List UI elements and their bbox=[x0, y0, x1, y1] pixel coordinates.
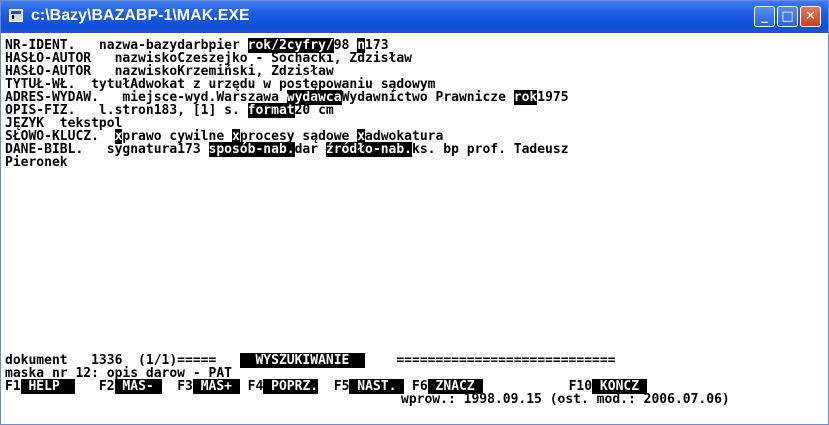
minimize-button[interactable]: _ bbox=[754, 6, 775, 27]
mode-indicator: WYSZUKIWANIE bbox=[239, 353, 366, 368]
status-line-dates: wprow.: 1998.09.15 (ost. mod.: 2006.07.0… bbox=[401, 392, 730, 407]
field-text: 183, [1] s. bbox=[153, 103, 248, 118]
field-tag: źródło-nab. bbox=[325, 142, 412, 157]
field-text: 173 bbox=[177, 142, 209, 157]
field-text: 20 cm bbox=[294, 103, 334, 118]
field-text: Pieronek bbox=[5, 155, 68, 170]
function-key-button[interactable]: HELP bbox=[20, 379, 76, 394]
console-icon[interactable] bbox=[9, 9, 23, 22]
field-tag: format bbox=[247, 103, 295, 118]
console-window: c:\Bazy\BAZABP-1\MAK.EXE _ □ ✕ NR-IDENT.… bbox=[0, 0, 829, 425]
field-tag: sposób-nab. bbox=[208, 142, 295, 157]
record-line: DANE-BIBL. sygnatura173 sposób-nab.dar ź… bbox=[5, 142, 569, 157]
function-key-number: F1 bbox=[5, 379, 21, 394]
function-key-number: F4 bbox=[239, 379, 264, 394]
function-key-button[interactable]: MAS+ bbox=[192, 379, 240, 394]
function-key-button[interactable]: NAST. bbox=[349, 379, 405, 394]
function-key-number: F2 bbox=[75, 379, 115, 394]
close-button[interactable]: ✕ bbox=[800, 6, 821, 27]
field-text: ks. bp prof. Tadeusz bbox=[412, 142, 569, 157]
field-text: dar bbox=[294, 142, 326, 157]
field-text: 1975 bbox=[537, 90, 569, 105]
maximize-button[interactable]: □ bbox=[777, 6, 798, 27]
field-tag: rok bbox=[513, 90, 538, 105]
function-key-number: F5 bbox=[318, 379, 350, 394]
record-line: Pieronek bbox=[5, 155, 68, 170]
function-key-number: F3 bbox=[161, 379, 193, 394]
title-bar[interactable]: c:\Bazy\BAZABP-1\MAK.EXE _ □ ✕ bbox=[1, 1, 828, 33]
status-separator: ============================ bbox=[365, 353, 616, 368]
function-key-button[interactable]: MAS- bbox=[114, 379, 162, 394]
window-title: c:\Bazy\BAZABP-1\MAK.EXE bbox=[31, 7, 250, 24]
field-text: Wydawnictwo Prawnicze bbox=[341, 90, 514, 105]
function-key-button[interactable]: POPRZ. bbox=[263, 379, 319, 394]
console-screen[interactable]: NR-IDENT. nazwa-bazydarbpier rok/2cyfry/… bbox=[5, 37, 827, 422]
